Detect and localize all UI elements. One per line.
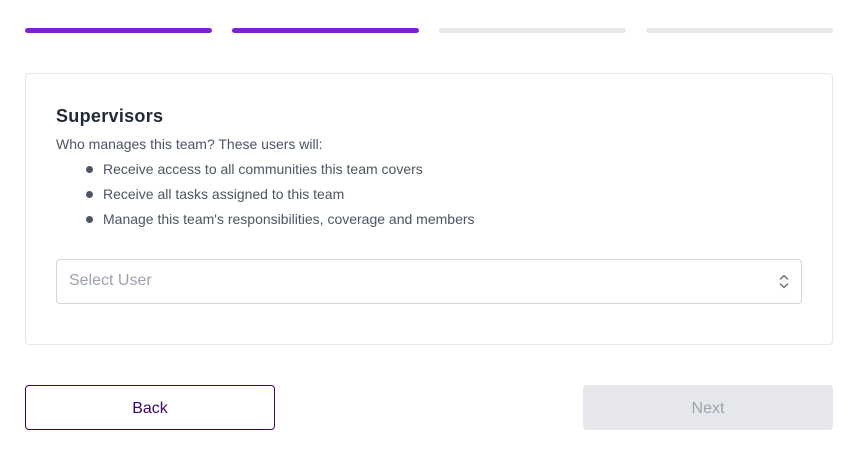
progress-step-2 (232, 28, 419, 33)
progress-step-1 (25, 28, 212, 33)
list-item: Manage this team's responsibilities, cov… (86, 210, 475, 235)
progress-step-4 (646, 28, 833, 33)
progress-step-3 (439, 28, 626, 33)
bullet-icon (86, 216, 93, 223)
bullet-icon (86, 191, 93, 198)
card-title: Supervisors (56, 106, 164, 126)
list-item-text: Manage this team's responsibilities, cov… (103, 211, 475, 227)
chevron-up-down-icon (779, 274, 789, 289)
bullet-icon (86, 166, 93, 173)
select-user-dropdown[interactable]: Select User (56, 259, 802, 304)
list-item: Receive all tasks assigned to this team (86, 185, 475, 210)
list-item-text: Receive access to all communities this t… (103, 161, 423, 177)
back-button[interactable]: Back (25, 385, 275, 430)
supervisors-card: Supervisors Who manages this team? These… (25, 73, 833, 345)
list-item-text: Receive all tasks assigned to this team (103, 186, 345, 202)
step-progress-bar (25, 28, 833, 33)
card-description: Who manages this team? These users will: (56, 136, 323, 152)
permissions-list: Receive access to all communities this t… (86, 160, 475, 235)
list-item: Receive access to all communities this t… (86, 160, 475, 185)
next-button[interactable]: Next (583, 385, 833, 430)
select-user-placeholder: Select User (69, 272, 152, 289)
